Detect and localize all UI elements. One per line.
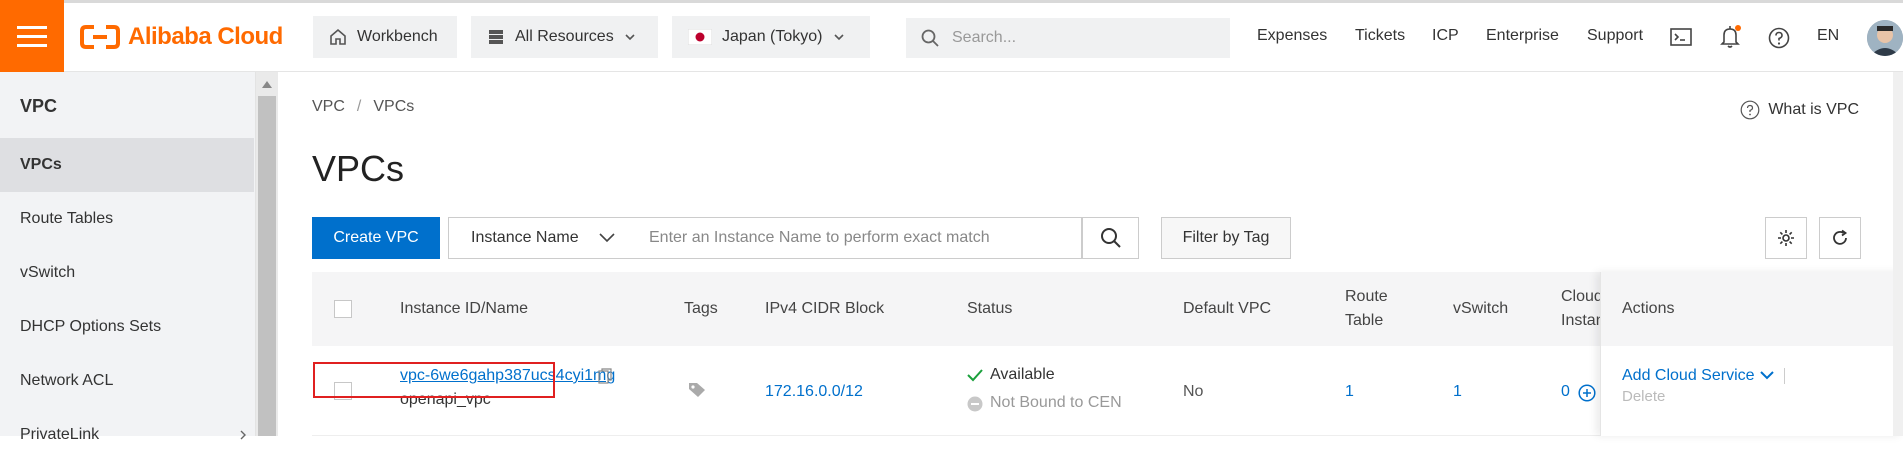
top-navigation-bar: Alibaba Cloud Workbench All Resources Ja… [0, 0, 1903, 72]
hamburger-icon [17, 26, 47, 47]
chevron-down-icon[interactable] [1760, 370, 1774, 380]
default-vpc-value: No [1183, 383, 1204, 400]
user-avatar[interactable] [1867, 20, 1903, 56]
status-available: Available [990, 366, 1055, 383]
breadcrumb-vpcs: VPCs [373, 98, 415, 115]
minus-circle-icon [967, 396, 983, 412]
copy-icon[interactable] [598, 368, 612, 384]
top-divider [0, 0, 1903, 3]
header-tags: Tags [684, 300, 718, 317]
vpc-id-highlight-box [313, 362, 555, 398]
server-icon [489, 30, 503, 44]
breadcrumb-separator: / [356, 98, 362, 115]
sidebar-scroll-thumb[interactable] [258, 96, 276, 436]
workbench-button[interactable]: Workbench [313, 16, 457, 58]
avatar-image [1867, 20, 1903, 56]
menu-button[interactable] [0, 0, 64, 72]
expenses-link[interactable]: Expenses [1257, 27, 1327, 45]
alibaba-cloud-logo[interactable]: Alibaba Cloud [80, 22, 283, 52]
gear-icon [1778, 230, 1794, 246]
vswitch-count[interactable]: 1 [1453, 383, 1462, 401]
chevron-down-icon [599, 233, 615, 243]
sidebar-item-vswitch[interactable]: vSwitch [0, 246, 254, 300]
all-resources-label: All Resources [515, 28, 614, 45]
sidebar-title: VPC [20, 96, 58, 116]
search-placeholder: Search... [952, 29, 1017, 46]
header-route-table-line1: Route [1345, 288, 1388, 305]
header-cloud-line1: Cloud [1561, 288, 1603, 305]
header-status: Status [967, 300, 1013, 317]
region-selector[interactable]: Japan (Tokyo) [672, 16, 870, 58]
sidebar-item-label: PrivateLink [20, 426, 100, 443]
filter-search-button[interactable] [1082, 217, 1139, 259]
instance-name-filter-input[interactable]: Enter an Instance Name to perform exact … [627, 217, 1082, 259]
notification-button[interactable] [1719, 24, 1741, 50]
search-icon [921, 29, 939, 47]
brand-name: Alibaba Cloud [128, 23, 283, 50]
scroll-up-arrow-icon[interactable] [262, 80, 272, 88]
actions-column: Actions Add Cloud Service Delete [1600, 272, 1903, 436]
what-is-vpc-link[interactable]: What is VPC [1740, 100, 1859, 120]
header-ipv4-cidr: IPv4 CIDR Block [765, 300, 885, 317]
filter-by-tag-button[interactable]: Filter by Tag [1161, 217, 1291, 259]
language-switch[interactable]: EN [1817, 27, 1839, 45]
plus-circle-icon[interactable] [1578, 384, 1596, 402]
header-instance-id-name: Instance ID/Name [400, 300, 529, 317]
delete-button[interactable]: Delete [1622, 388, 1665, 405]
refresh-button[interactable] [1819, 217, 1861, 259]
check-icon [967, 369, 983, 382]
main-content: VPC / VPCs What is VPC VPCs Create VPC Ins… [278, 72, 1903, 436]
header-default-vpc: Default VPC [1183, 300, 1272, 317]
action-divider [1784, 368, 1785, 384]
breadcrumb-vpc[interactable]: VPC [312, 98, 345, 115]
support-link[interactable]: Support [1587, 27, 1643, 45]
terminal-icon[interactable] [1670, 28, 1692, 46]
enterprise-link[interactable]: Enterprise [1486, 27, 1559, 45]
workbench-label: Workbench [357, 28, 438, 45]
cloud-instances-count[interactable]: 0 [1561, 383, 1570, 401]
sidebar-item-route-tables[interactable]: Route Tables [0, 192, 254, 246]
breadcrumb: VPC / VPCs [312, 98, 414, 116]
select-all-checkbox[interactable] [334, 300, 352, 318]
filter-field-label: Instance Name [471, 229, 579, 246]
route-table-count[interactable]: 1 [1345, 383, 1354, 401]
tickets-link[interactable]: Tickets [1355, 27, 1405, 45]
cen-status: Not Bound to CEN [990, 394, 1122, 411]
sidebar: VPC VPCs Route Tables vSwitch DHCP Optio… [0, 72, 256, 443]
region-label: Japan (Tokyo) [722, 28, 823, 45]
filter-placeholder: Enter an Instance Name to perform exact … [649, 229, 990, 246]
refresh-icon [1833, 229, 1848, 245]
sidebar-item-vpcs[interactable]: VPCs [0, 138, 254, 192]
sidebar-item-network-acl[interactable]: Network ACL [0, 354, 254, 408]
global-search-input[interactable]: Search... [906, 18, 1230, 58]
search-icon [1100, 228, 1121, 248]
page-title: VPCs [312, 148, 405, 189]
ipv4-cidr-value[interactable]: 172.16.0.0/12 [765, 383, 863, 401]
sidebar-item-dhcp-options-sets[interactable]: DHCP Options Sets [0, 300, 254, 354]
all-resources-dropdown[interactable]: All Resources [471, 16, 658, 58]
filter-field-select[interactable]: Instance Name [448, 217, 628, 259]
header-route-table-line2: Table [1345, 312, 1384, 329]
what-is-vpc-label: What is VPC [1768, 101, 1859, 118]
add-cloud-service-button[interactable]: Add Cloud Service [1622, 367, 1755, 385]
japan-flag-icon [688, 29, 712, 45]
bell-icon [1720, 25, 1741, 48]
chevron-down-icon [625, 34, 635, 41]
sidebar-item-privatelink[interactable]: PrivateLink [0, 408, 254, 462]
help-icon[interactable] [1768, 27, 1790, 49]
icp-link[interactable]: ICP [1432, 27, 1459, 45]
logo-mark-icon [80, 25, 120, 49]
header-actions: Actions [1622, 300, 1675, 317]
tag-icon[interactable] [688, 382, 706, 398]
header-vswitch: vSwitch [1453, 300, 1509, 317]
chevron-right-icon [240, 430, 246, 440]
create-vpc-button[interactable]: Create VPC [312, 217, 440, 259]
chevron-down-icon [833, 34, 844, 41]
page-scrollbar[interactable] [1893, 72, 1903, 436]
settings-button[interactable] [1765, 217, 1807, 259]
home-icon [330, 28, 346, 45]
header-cloud-line2: Instan [1561, 312, 1605, 329]
question-circle-icon [1740, 100, 1760, 120]
